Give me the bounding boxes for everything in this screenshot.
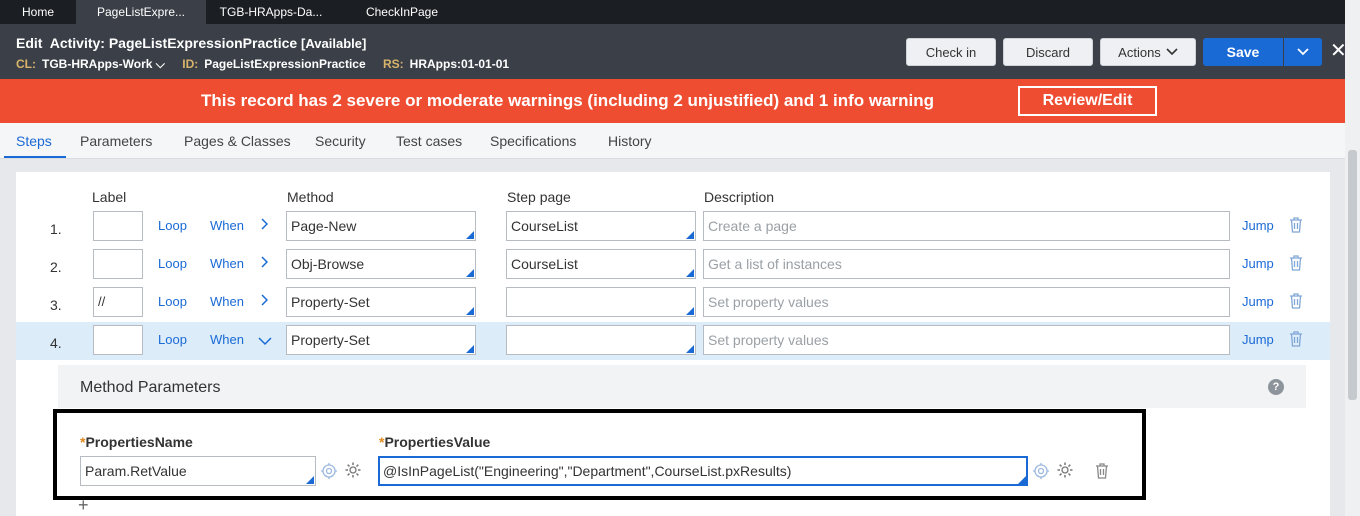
when-link[interactable]: When	[210, 332, 244, 347]
trash-icon[interactable]	[1288, 330, 1304, 348]
rule-header: Edit Activity: PageListExpressionPractic…	[0, 24, 1360, 79]
loop-link[interactable]: Loop	[158, 332, 187, 347]
description-input[interactable]: Get a list of instances	[703, 249, 1230, 279]
step-number: 2.	[50, 259, 62, 275]
step-number: 4.	[50, 335, 62, 351]
column-header-step-page: Step page	[507, 189, 571, 205]
tab-home[interactable]: Home	[0, 0, 76, 24]
step-page-input[interactable]: CourseList	[506, 249, 696, 279]
page-title: Edit Activity: PageListExpressionPractic…	[16, 35, 366, 51]
status-badge: [Available]	[301, 36, 367, 51]
vertical-scrollbar[interactable]	[1345, 0, 1360, 516]
when-link[interactable]: When	[210, 256, 244, 271]
tab-test-cases[interactable]: Test cases	[396, 133, 462, 149]
tab-tgb-hrapps-data[interactable]: TGB-HRApps-Da...	[206, 0, 336, 24]
step-row-selected: 4. Loop When Property-Set Set property v…	[16, 322, 1330, 360]
actions-button[interactable]: Actions	[1100, 38, 1196, 66]
step-page-input[interactable]	[506, 325, 696, 355]
rs-key: RS:	[383, 57, 404, 71]
review-edit-button[interactable]: Review/Edit	[1018, 86, 1157, 116]
step-page-input[interactable]	[506, 287, 696, 317]
discard-button[interactable]: Discard	[1003, 38, 1093, 66]
title-prefix: Edit	[16, 35, 43, 51]
help-icon[interactable]: ?	[1268, 379, 1284, 395]
cl-key: CL:	[16, 57, 36, 71]
step-label-input[interactable]	[93, 249, 143, 279]
description-input[interactable]: Set property values	[703, 325, 1230, 355]
description-input[interactable]: Create a page	[703, 211, 1230, 241]
tab-checkinpage[interactable]: CheckInPage	[336, 0, 468, 24]
chevron-right-icon[interactable]	[260, 293, 269, 309]
chevron-right-icon[interactable]	[260, 255, 269, 271]
rule-tabs: Steps Parameters Pages & Classes Securit…	[0, 123, 1345, 159]
tab-specifications[interactable]: Specifications	[490, 133, 576, 149]
chevron-down-icon: ⌵	[155, 57, 165, 71]
chevron-right-icon[interactable]	[260, 217, 269, 233]
highlight-box	[53, 409, 1146, 500]
method-input[interactable]: Property-Set	[286, 325, 476, 355]
trash-icon[interactable]	[1288, 292, 1304, 310]
step-label-input[interactable]: //	[93, 287, 143, 317]
chevron-down-icon[interactable]	[258, 333, 272, 349]
trash-icon[interactable]	[1288, 216, 1304, 234]
step-row: 2. Loop When Obj-Browse CourseList Get a…	[16, 246, 1330, 284]
loop-link[interactable]: Loop	[158, 256, 187, 271]
id-value: PageListExpressionPractice	[204, 57, 366, 71]
tab-steps[interactable]: Steps	[16, 133, 52, 149]
chevron-down-icon	[1297, 48, 1309, 56]
cl-value[interactable]: TGB-HRApps-Work ⌵	[42, 57, 165, 71]
when-link[interactable]: When	[210, 294, 244, 309]
step-label-input[interactable]	[93, 325, 143, 355]
step-number: 3.	[50, 297, 62, 313]
step-page-input[interactable]: CourseList	[506, 211, 696, 241]
column-header-method: Method	[287, 189, 334, 205]
method-input[interactable]: Page-New	[286, 211, 476, 241]
save-menu-button[interactable]	[1284, 38, 1322, 66]
warning-banner: This record has 2 severe or moderate war…	[0, 79, 1360, 123]
tab-pagelistexpression[interactable]: PageListExpre...	[76, 0, 206, 24]
rs-value: HRApps:01-01-01	[409, 57, 510, 71]
jump-link[interactable]: Jump	[1242, 294, 1274, 309]
app-tab-bar: Home PageListExpre... TGB-HRApps-Da... C…	[0, 0, 1360, 24]
actions-label: Actions	[1118, 44, 1161, 60]
loop-link[interactable]: Loop	[158, 218, 187, 233]
method-input[interactable]: Property-Set	[286, 287, 476, 317]
chevron-down-icon	[1166, 48, 1178, 56]
check-in-button[interactable]: Check in	[906, 38, 996, 66]
id-key: ID:	[182, 57, 199, 71]
column-header-description: Description	[704, 189, 775, 205]
save-button[interactable]: Save	[1203, 38, 1283, 66]
tab-history[interactable]: History	[608, 133, 652, 149]
tab-pages-classes[interactable]: Pages & Classes	[184, 133, 291, 149]
when-link[interactable]: When	[210, 218, 244, 233]
method-input[interactable]: Obj-Browse	[286, 249, 476, 279]
tab-parameters[interactable]: Parameters	[80, 133, 152, 149]
tab-security[interactable]: Security	[315, 133, 366, 149]
step-row: 1. Loop When Page-New CourseList Create …	[16, 208, 1330, 246]
scrollbar-thumb[interactable]	[1348, 150, 1357, 400]
jump-link[interactable]: Jump	[1242, 256, 1274, 271]
description-input[interactable]: Set property values	[703, 287, 1230, 317]
loop-link[interactable]: Loop	[158, 294, 187, 309]
title-text: Activity: PageListExpressionPractice	[49, 35, 298, 51]
step-label-input[interactable]	[93, 211, 143, 241]
warning-text: This record has 2 severe or moderate war…	[201, 91, 935, 110]
column-header-label: Label	[92, 189, 127, 205]
trash-icon[interactable]	[1288, 254, 1304, 272]
jump-link[interactable]: Jump	[1242, 332, 1274, 347]
step-row: 3. // Loop When Property-Set Set propert…	[16, 284, 1330, 322]
rule-meta: CL: TGB-HRApps-Work ⌵ ID: PageListExpressi…	[16, 57, 523, 72]
step-number: 1.	[50, 221, 62, 237]
method-parameters-title: Method Parameters	[80, 379, 221, 396]
jump-link[interactable]: Jump	[1242, 218, 1274, 233]
active-tab-indicator	[4, 156, 66, 158]
